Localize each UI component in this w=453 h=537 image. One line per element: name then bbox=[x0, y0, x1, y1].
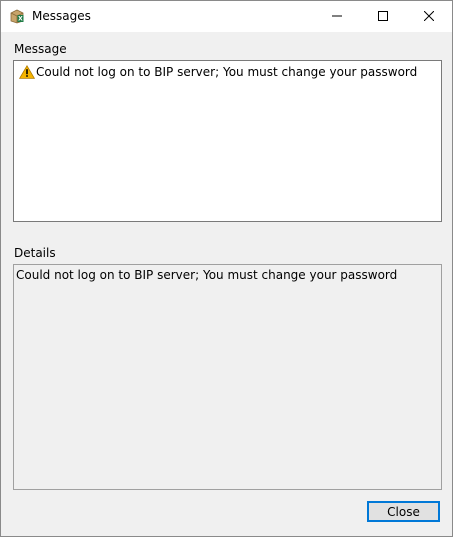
details-textarea[interactable]: Could not log on to BIP server; You must… bbox=[13, 264, 442, 490]
window-close-button[interactable] bbox=[406, 1, 452, 32]
svg-text:X: X bbox=[18, 16, 23, 23]
minimize-button[interactable] bbox=[314, 1, 360, 32]
minimize-icon bbox=[332, 10, 342, 24]
details-label: Details bbox=[14, 246, 56, 260]
title-bar[interactable]: X Messages bbox=[1, 1, 452, 32]
close-icon bbox=[423, 10, 435, 24]
message-list[interactable]: Could not log on to BIP server; You must… bbox=[13, 60, 442, 222]
message-label: Message bbox=[14, 42, 67, 56]
message-item[interactable]: Could not log on to BIP server; You must… bbox=[18, 65, 418, 79]
window-title: Messages bbox=[32, 9, 91, 23]
details-text: Could not log on to BIP server; You must… bbox=[16, 268, 398, 282]
maximize-icon bbox=[378, 10, 388, 24]
warning-icon bbox=[18, 65, 36, 79]
excel-box-icon: X bbox=[9, 8, 25, 24]
close-button[interactable]: Close bbox=[367, 501, 440, 522]
message-text: Could not log on to BIP server; You must… bbox=[36, 65, 418, 79]
maximize-button[interactable] bbox=[360, 1, 406, 32]
messages-window: X Messages Message Could not log on to B… bbox=[0, 0, 453, 537]
